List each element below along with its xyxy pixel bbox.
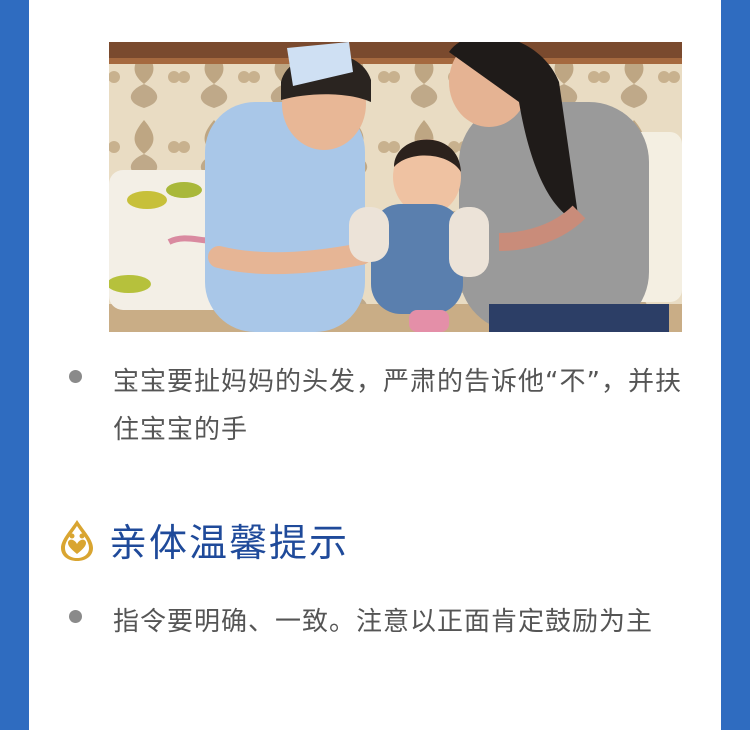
bullet-dot [69,370,82,383]
tip-list-item: 指令要明确、一致。注意以正面肯定鼓励为主 [69,598,689,646]
tip-text: 指令要明确、一致。注意以正面肯定鼓励为主 [113,607,654,637]
content-panel: 宝宝要扯妈妈的头发，严肃的告诉他“不”，并扶住宝宝的手 亲体温馨提示 指令要明确… [29,0,721,730]
water-drop-heart-icon [59,518,95,566]
photo-nurse-mother-baby [109,42,682,332]
caption-list-item: 宝宝要扯妈妈的头发，严肃的告诉他“不”，并扶住宝宝的手 [69,358,689,454]
photo-caption: 宝宝要扯妈妈的头发，严肃的告诉他“不”，并扶住宝宝的手 [113,367,682,445]
tips-heading-text: 亲体温馨提示 [109,521,350,565]
photo-illustration [109,42,682,332]
bullet-dot [69,610,82,623]
